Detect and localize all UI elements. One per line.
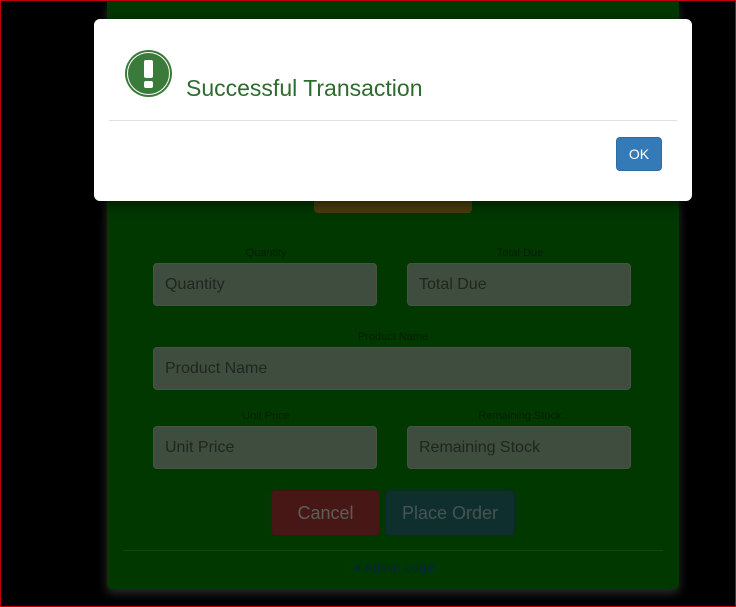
modal-divider xyxy=(109,120,677,121)
exclamation-circle-icon xyxy=(125,50,172,97)
app-viewport: Quantity Quantity Total Due Total Due Pr… xyxy=(0,0,736,607)
modal-title: Successful Transaction xyxy=(186,75,423,101)
success-modal: Successful Transaction OK xyxy=(94,19,692,201)
ok-button[interactable]: OK xyxy=(616,137,662,171)
